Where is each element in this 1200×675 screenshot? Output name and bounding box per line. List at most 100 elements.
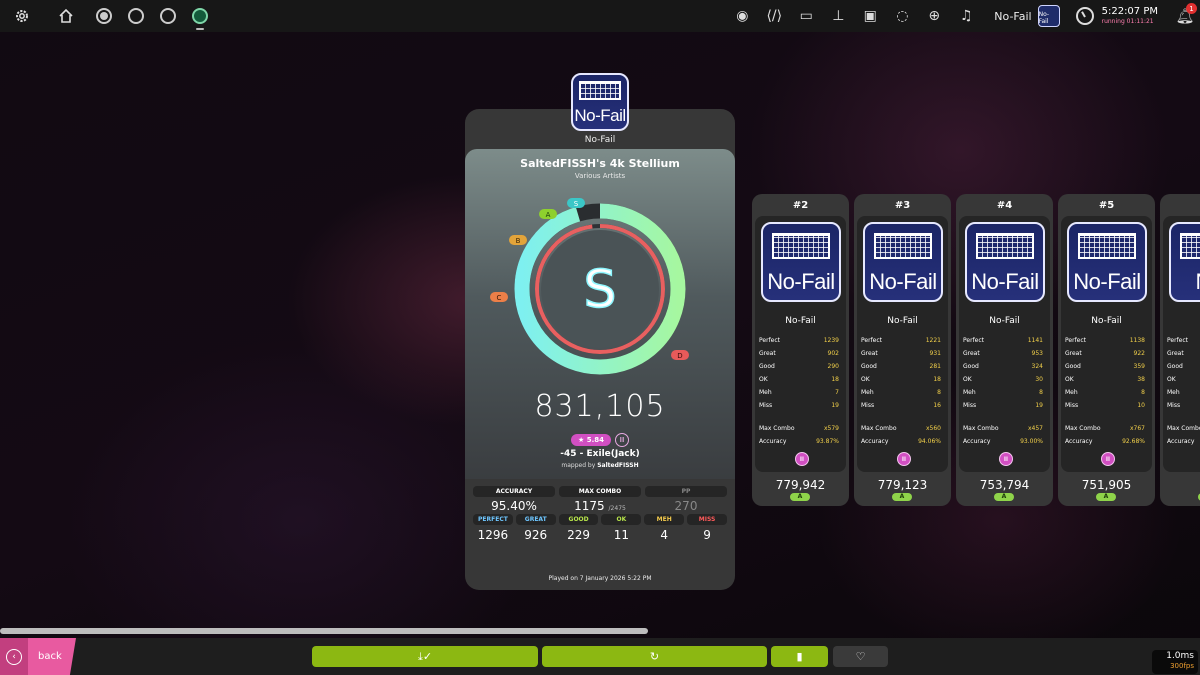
played-on: Played on 7 January 2026 5:22 PM bbox=[548, 575, 652, 582]
back-label: back bbox=[38, 651, 62, 662]
collection-button[interactable]: ▮ bbox=[771, 646, 828, 667]
stat-row: Good 324 bbox=[963, 360, 1043, 373]
chat-button[interactable]: ◌ bbox=[886, 0, 918, 32]
fps-value: 300fps bbox=[1170, 662, 1194, 670]
rankings-button[interactable]: ⊥ bbox=[822, 0, 854, 32]
grade-marker-d: D bbox=[671, 350, 689, 360]
stat-value: 16 bbox=[933, 402, 941, 409]
music-button[interactable]: ♫ bbox=[950, 0, 982, 32]
mod-icon: No-Fail bbox=[761, 222, 841, 302]
mania-ruleset-icon: Ⅲ bbox=[795, 452, 809, 466]
total-score: 751,905 bbox=[1081, 478, 1132, 492]
accuracy-value: 93.87% bbox=[816, 438, 839, 445]
star-rating-badge[interactable]: ★ 5.84 bbox=[571, 434, 611, 446]
judgement-list: Perfect 1221 Great 931 Good 281 OK 18 Meh 8 Miss 16… bbox=[861, 334, 941, 448]
stat-label: Max Combo bbox=[1065, 425, 1101, 432]
home-button[interactable] bbox=[44, 0, 88, 32]
stat-label: OK bbox=[861, 376, 870, 383]
stat-label: Meh bbox=[861, 389, 874, 396]
notification-count: 1 bbox=[1186, 3, 1197, 14]
mania-ruleset-icon: Ⅲ bbox=[1101, 452, 1115, 466]
current-mod-badge[interactable]: No-Fail bbox=[1037, 5, 1060, 27]
stat-row: OK 38 bbox=[1065, 373, 1145, 386]
stat-row: Accuracy bbox=[1167, 435, 1200, 448]
stat-value: 922 bbox=[1133, 350, 1145, 357]
rank: #3 bbox=[894, 200, 911, 211]
stat-row: Accuracy 92.68% bbox=[1065, 435, 1145, 448]
frame-time: 1.0ms bbox=[1166, 651, 1194, 661]
stat-row: Accuracy 93.00% bbox=[963, 435, 1043, 448]
top-toolbar: ◉ ⟨/⟩ ▭ ⊥ ▣ ◌ ⊕ ♫ No-Fail No-Fail 5:22:0… bbox=[0, 0, 1200, 32]
stat-label: OK bbox=[1167, 376, 1176, 383]
judgement-miss: MISS 9 bbox=[687, 514, 727, 542]
pp-stat: PP 270 bbox=[645, 486, 727, 513]
ruleset-catch-button[interactable] bbox=[152, 0, 184, 32]
judgement-ok: OK 11 bbox=[601, 514, 642, 542]
stat-value: 8 bbox=[937, 389, 941, 396]
beatmap-title: SaltedFISSH's 4k Stellium bbox=[520, 157, 680, 170]
mod-label: No-Fail bbox=[989, 316, 1020, 326]
leaderboard-card[interactable]: #4 No-Fail No-Fail Perfect 1141 Great 953 Good 3… bbox=[956, 194, 1053, 506]
stat-value: 324 bbox=[1031, 363, 1043, 370]
max-combo-stat: MAX COMBO 1175 /2475 bbox=[559, 486, 641, 513]
svg-text:S: S bbox=[574, 200, 579, 208]
download-replay-button[interactable]: ⤓✓ bbox=[312, 646, 538, 667]
catch-ruleset-icon bbox=[160, 8, 176, 24]
accuracy-value: 95.40% bbox=[491, 499, 537, 513]
leaderboard-card[interactable]: No No Perfect Great Good OK Meh Miss Max Combo Ac… bbox=[1160, 194, 1200, 506]
leaderboard-card[interactable]: #2 No-Fail No-Fail Perfect 1239 Great 902 Good 2… bbox=[752, 194, 849, 506]
settings-button[interactable] bbox=[0, 0, 44, 32]
stat-row: Great 902 bbox=[759, 347, 839, 360]
grade-marker-b: B bbox=[509, 235, 527, 245]
stat-value: 19 bbox=[831, 402, 839, 409]
grade-badge: A bbox=[994, 493, 1014, 501]
stat-value: 902 bbox=[827, 350, 839, 357]
accuracy-value: 92.68% bbox=[1122, 438, 1145, 445]
max-combo-value: x767 bbox=[1129, 425, 1145, 432]
stat-label: Miss bbox=[759, 402, 773, 409]
stat-row: Max Combo x767 bbox=[1065, 422, 1145, 435]
judgement-label: GREAT bbox=[515, 514, 556, 525]
leaderboard-card[interactable]: #5 No-Fail No-Fail Perfect 1138 Great 922 Good 3… bbox=[1058, 194, 1155, 506]
beatmap-listing-button[interactable]: ▣ bbox=[854, 0, 886, 32]
stat-row: Meh 7 bbox=[759, 386, 839, 399]
mod-badge-text: No-Fail bbox=[1038, 11, 1050, 25]
back-button[interactable]: ‹ back bbox=[0, 638, 76, 675]
judgement-list: Perfect 1138 Great 922 Good 359 OK 38 Meh 8 Miss 10… bbox=[1065, 334, 1145, 448]
stat-row: Max Combo x457 bbox=[963, 422, 1043, 435]
stat-row: Good 290 bbox=[759, 360, 839, 373]
code-button[interactable]: ⟨/⟩ bbox=[758, 0, 790, 32]
stat-value: 7 bbox=[835, 389, 839, 396]
retry-button[interactable]: ↻ bbox=[542, 646, 767, 667]
stat-row: Perfect 1221 bbox=[861, 334, 941, 347]
stat-value: 1138 bbox=[1129, 337, 1145, 344]
main-mod-icon[interactable]: No-Fail bbox=[571, 73, 629, 131]
rank bbox=[1160, 200, 1200, 214]
stat-label: Max Combo bbox=[1167, 425, 1200, 432]
clock[interactable]: 5:22:07 PM running 01:11:21 bbox=[1075, 7, 1158, 25]
ruleset-mania-button[interactable] bbox=[184, 0, 216, 32]
judgement-list: Perfect 1239 Great 902 Good 290 OK 18 Meh 7 Miss 19… bbox=[759, 334, 839, 448]
ruleset-taiko-button[interactable] bbox=[120, 0, 152, 32]
news-button[interactable]: ◉ bbox=[726, 0, 758, 32]
changelog-button[interactable]: ▭ bbox=[790, 0, 822, 32]
clock-icon bbox=[1075, 7, 1094, 25]
judgement-meh: MEH 4 bbox=[644, 514, 685, 542]
mod-label: No bbox=[1163, 316, 1200, 326]
favourite-button[interactable]: ♡ bbox=[833, 646, 888, 667]
horizontal-scrollbar-thumb[interactable] bbox=[0, 628, 648, 634]
stat-label: Accuracy bbox=[861, 438, 889, 445]
stat-label: Miss bbox=[861, 402, 875, 409]
notifications-button[interactable]: 🔔︎ 1 bbox=[1170, 0, 1200, 32]
social-button[interactable]: ⊕ bbox=[918, 0, 950, 32]
mania-ruleset-icon: Ⅲ bbox=[897, 452, 911, 466]
no-fail-mod-icon: No-Fail bbox=[761, 222, 841, 302]
total-score: 75 bbox=[1160, 478, 1200, 492]
ruleset-osu-button[interactable] bbox=[88, 0, 120, 32]
mod-label: No-Fail bbox=[887, 316, 918, 326]
mod-icon: No-Fail bbox=[863, 222, 943, 302]
leaderboard-card[interactable]: #3 No-Fail No-Fail Perfect 1221 Great 931 Good 2… bbox=[854, 194, 951, 506]
total-score: 779,942 bbox=[775, 478, 826, 492]
mapper-name[interactable]: SaltedFISSH bbox=[597, 462, 638, 469]
total-score: 831,105 bbox=[534, 389, 666, 424]
